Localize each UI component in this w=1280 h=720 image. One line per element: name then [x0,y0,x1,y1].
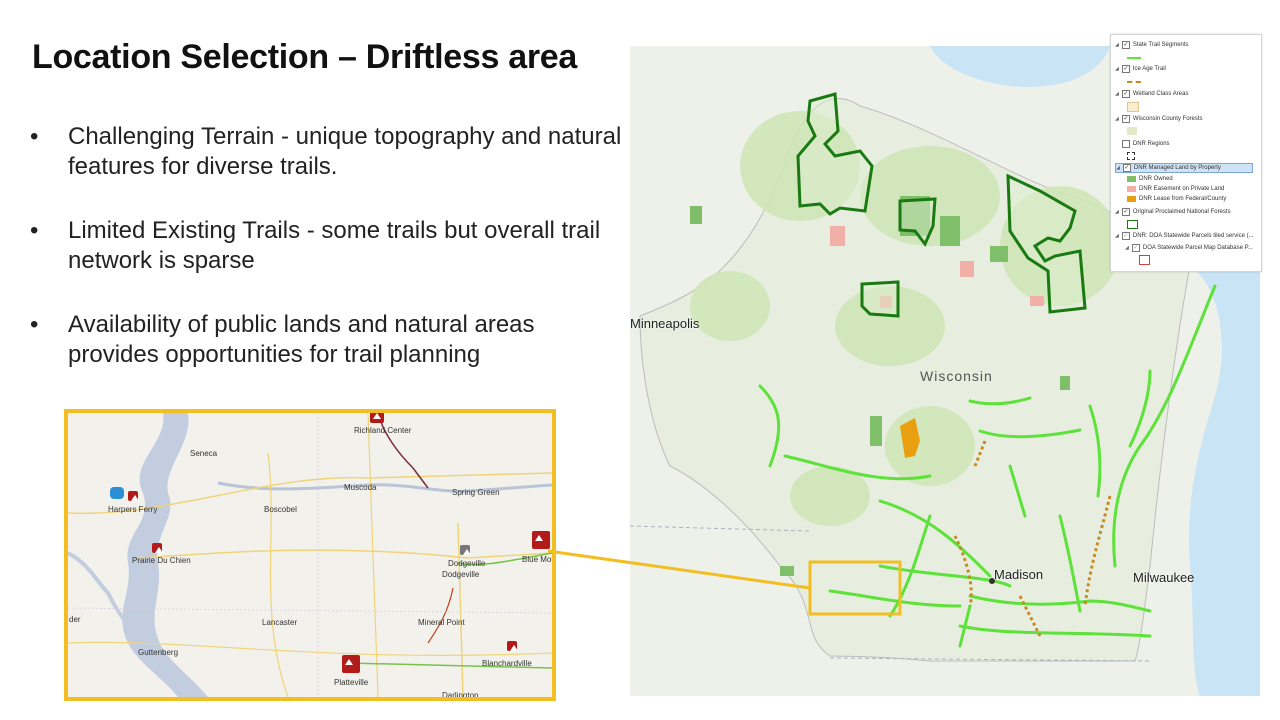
map-label-wisconsin: Wisconsin [920,368,993,384]
harpers-ferry-marker-icon[interactable] [128,491,139,501]
legend-label: DNR Easement on Private Land [1139,186,1225,192]
legend-label: DNR Regions [1132,141,1170,147]
dnr-regions-swatch [1127,152,1135,160]
map-label-minneapolis: Minneapolis [630,316,700,331]
inset-label-harpers-ferry: Harpers Ferry [108,505,158,514]
layer-checkbox[interactable]: ✓ [1121,115,1130,123]
legend-item-ice-age-trail[interactable]: ◢ ✓ Ice Age Trail [1115,65,1166,73]
legend-label: Wetland Class Areas [1132,91,1189,97]
inset-map-driftless[interactable]: Richland Center Seneca Muscoda Spring Gr… [64,409,556,701]
legend-class-dnr-lease: DNR Lease from Federal/County [1127,196,1226,202]
dnr-owned-swatch [1127,176,1136,182]
dodgeville-marker-icon[interactable] [460,545,471,555]
dnr-easement-swatch [1127,186,1136,192]
ice-age-trail-swatch [1127,81,1141,85]
platteville-marker-icon[interactable] [342,655,360,673]
slide-title: Location Selection – Driftless area [32,38,578,76]
legend-label: DNR: DOA Statewide Parcels tiled service… [1132,233,1254,239]
inset-label-richland-center: Richland Center [354,426,412,435]
legend-label: Ice Age Trail [1132,66,1166,72]
layer-checkbox[interactable]: ✓ [1121,208,1130,216]
prairie-du-chien-marker-icon[interactable] [152,543,163,553]
bullet-glyph: • [30,123,39,150]
map-label-milwaukee: Milwaukee [1133,570,1195,585]
layer-checkbox[interactable]: ✓ [1121,65,1130,73]
expand-arrow-icon[interactable]: ◢ [1115,233,1119,239]
bullet-item: • Challenging Terrain - unique topography… [30,122,630,182]
legend-label: Original Proclaimed National Forests [1132,209,1231,215]
blanchardville-marker-icon[interactable] [507,641,518,651]
bullet-text: Limited Existing Trails - some trails bu… [68,217,601,274]
layer-checkbox[interactable]: ✓ [1121,41,1130,49]
bullet-text: Availability of public lands and natural… [68,311,535,368]
layer-checkbox[interactable]: ✓ [1122,164,1131,172]
state-trail-swatch [1127,57,1141,59]
inset-label-darlington: Darlington [442,691,479,700]
legend-item-doa-parcels-service[interactable]: ◢ ✓ DNR: DOA Statewide Parcels tiled ser… [1115,232,1254,240]
inset-label-blanchardville: Blanchardville [482,659,532,668]
expand-arrow-icon[interactable]: ◢ [1115,116,1119,122]
legend-item-wetland-class-areas[interactable]: ◢ ✓ Wetland Class Areas [1115,90,1188,98]
bullet-list: • Challenging Terrain - unique topography… [30,122,630,404]
inset-label-lancaster: Lancaster [262,618,298,627]
inset-label-dodgeville: Dodgeville [448,559,486,568]
inset-label-guttenberg: Guttenberg [138,648,179,657]
legend-item-dnr-managed-land[interactable]: ◢ ✓ DNR Managed Land by Property [1115,163,1253,173]
expand-arrow-icon[interactable]: ◢ [1125,245,1129,251]
dnr-lease-swatch [1127,196,1136,202]
legend-label: DOA Statewide Parcel Map Database P... [1142,245,1253,251]
expand-arrow-icon[interactable]: ◢ [1115,66,1119,72]
legend-label: DNR Owned [1139,176,1173,182]
inset-label-seneca: Seneca [190,449,218,458]
legend-item-doa-parcel-database[interactable]: ◢ ✓ DOA Statewide Parcel Map Database P.… [1125,244,1253,252]
inset-label-mineral-point: Mineral Point [418,618,465,627]
map-label-madison: Madison [994,567,1044,582]
legend-item-national-forests[interactable]: ◢ ✓ Original Proclaimed National Forests [1115,208,1231,216]
legend-label: State Trail Segments [1132,42,1189,48]
expand-arrow-icon[interactable]: ◢ [1116,165,1120,171]
legend-label: DNR Managed Land by Property [1133,165,1221,171]
national-forest-swatch [1127,220,1138,229]
legend-item-county-forests[interactable]: ◢ ✓ Wisconsin County Forests [1115,115,1203,123]
bullet-glyph: • [30,217,39,244]
inset-label-dodgeville-town: Dodgeville [442,570,480,579]
layer-checkbox[interactable]: ✓ [1121,232,1130,240]
inset-label-spring-green: Spring Green [452,488,500,497]
bullet-text: Challenging Terrain - unique topography … [68,123,622,180]
harpers-ferry-cluster-icon[interactable] [110,487,124,499]
parcel-swatch [1139,255,1150,265]
legend-label: Wisconsin County Forests [1132,116,1203,122]
legend-item-state-trail-segments[interactable]: ◢ ✓ State Trail Segments [1115,41,1189,49]
inset-label-blue-mounds: Blue Mou [522,555,556,564]
expand-arrow-icon[interactable]: ◢ [1115,209,1119,215]
legend-item-dnr-regions[interactable]: ◢ DNR Regions [1115,140,1170,148]
expand-arrow-icon[interactable]: ◢ [1115,91,1119,97]
county-forest-swatch [1127,127,1137,135]
inset-label-der: der [69,615,81,624]
wetland-swatch [1127,102,1139,112]
inset-label-prairie-du-chien: Prairie Du Chien [132,556,191,565]
richland-center-marker-icon[interactable] [370,413,384,423]
layer-checkbox[interactable] [1121,140,1130,148]
blue-mounds-marker-icon[interactable] [532,531,550,549]
legend-label: DNR Lease from Federal/County [1139,196,1227,202]
layer-checkbox[interactable]: ✓ [1131,244,1140,252]
layer-checkbox[interactable]: ✓ [1121,90,1130,98]
bullet-item: • Limited Existing Trails - some trails b… [30,216,630,276]
legend-class-dnr-owned: DNR Owned [1127,176,1173,182]
bullet-glyph: • [30,311,39,338]
inset-label-platteville: Platteville [334,678,369,687]
legend-class-dnr-easement: DNR Easement on Private Land [1127,186,1224,192]
bullet-item: • Availability of public lands and natura… [30,310,630,370]
expand-arrow-icon[interactable]: ◢ [1115,42,1119,48]
inset-label-muscoda: Muscoda [344,483,377,492]
inset-label-boscobel: Boscobel [264,505,297,514]
map-legend-panel[interactable]: ◢ ✓ State Trail Segments ◢ ✓ Ice Age Tra… [1110,34,1262,272]
